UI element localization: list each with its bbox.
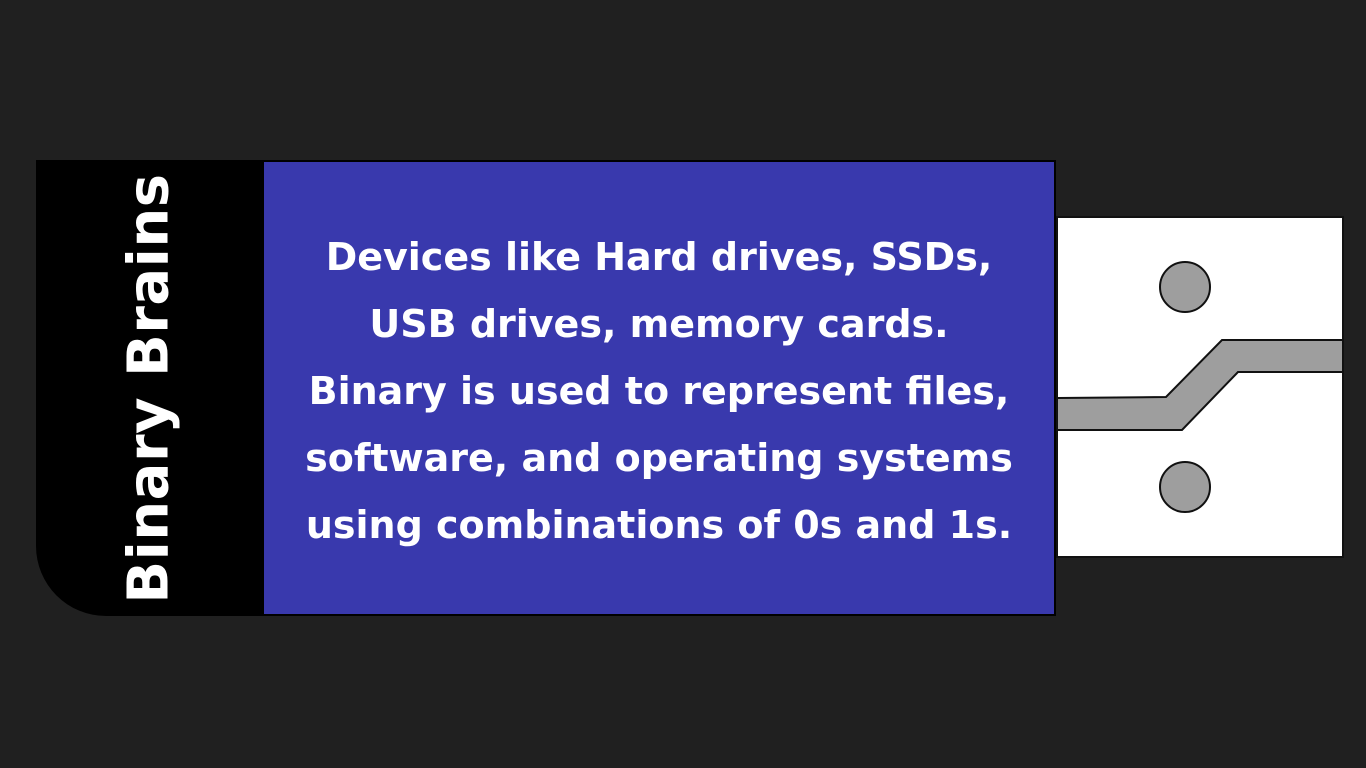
- info-text: Devices like Hard drives, SSDs, USB driv…: [279, 224, 1039, 559]
- slide-canvas: Binary Brains Devices like Hard drives, …: [0, 0, 1366, 768]
- brand-strip: Binary Brains: [36, 160, 262, 616]
- info-line-4: software, and operating systems: [305, 435, 1013, 480]
- info-line-3: Binary is used to represent files,: [308, 368, 1010, 413]
- info-line-5: using combinations of 0s and 1s.: [305, 502, 1013, 547]
- info-panel: Devices like Hard drives, SSDs, USB driv…: [264, 162, 1054, 614]
- connector-trace: [1058, 339, 1342, 431]
- info-line-2: USB drives, memory cards.: [369, 301, 949, 346]
- connector-pin-bottom: [1159, 461, 1211, 513]
- info-line-1: Devices like Hard drives, SSDs,: [325, 234, 993, 279]
- usb-connector-graphic: [1058, 261, 1342, 513]
- connector-pin-top: [1159, 261, 1211, 313]
- brand-name: Binary Brains: [116, 172, 182, 604]
- usb-connector-icon: [1056, 216, 1344, 558]
